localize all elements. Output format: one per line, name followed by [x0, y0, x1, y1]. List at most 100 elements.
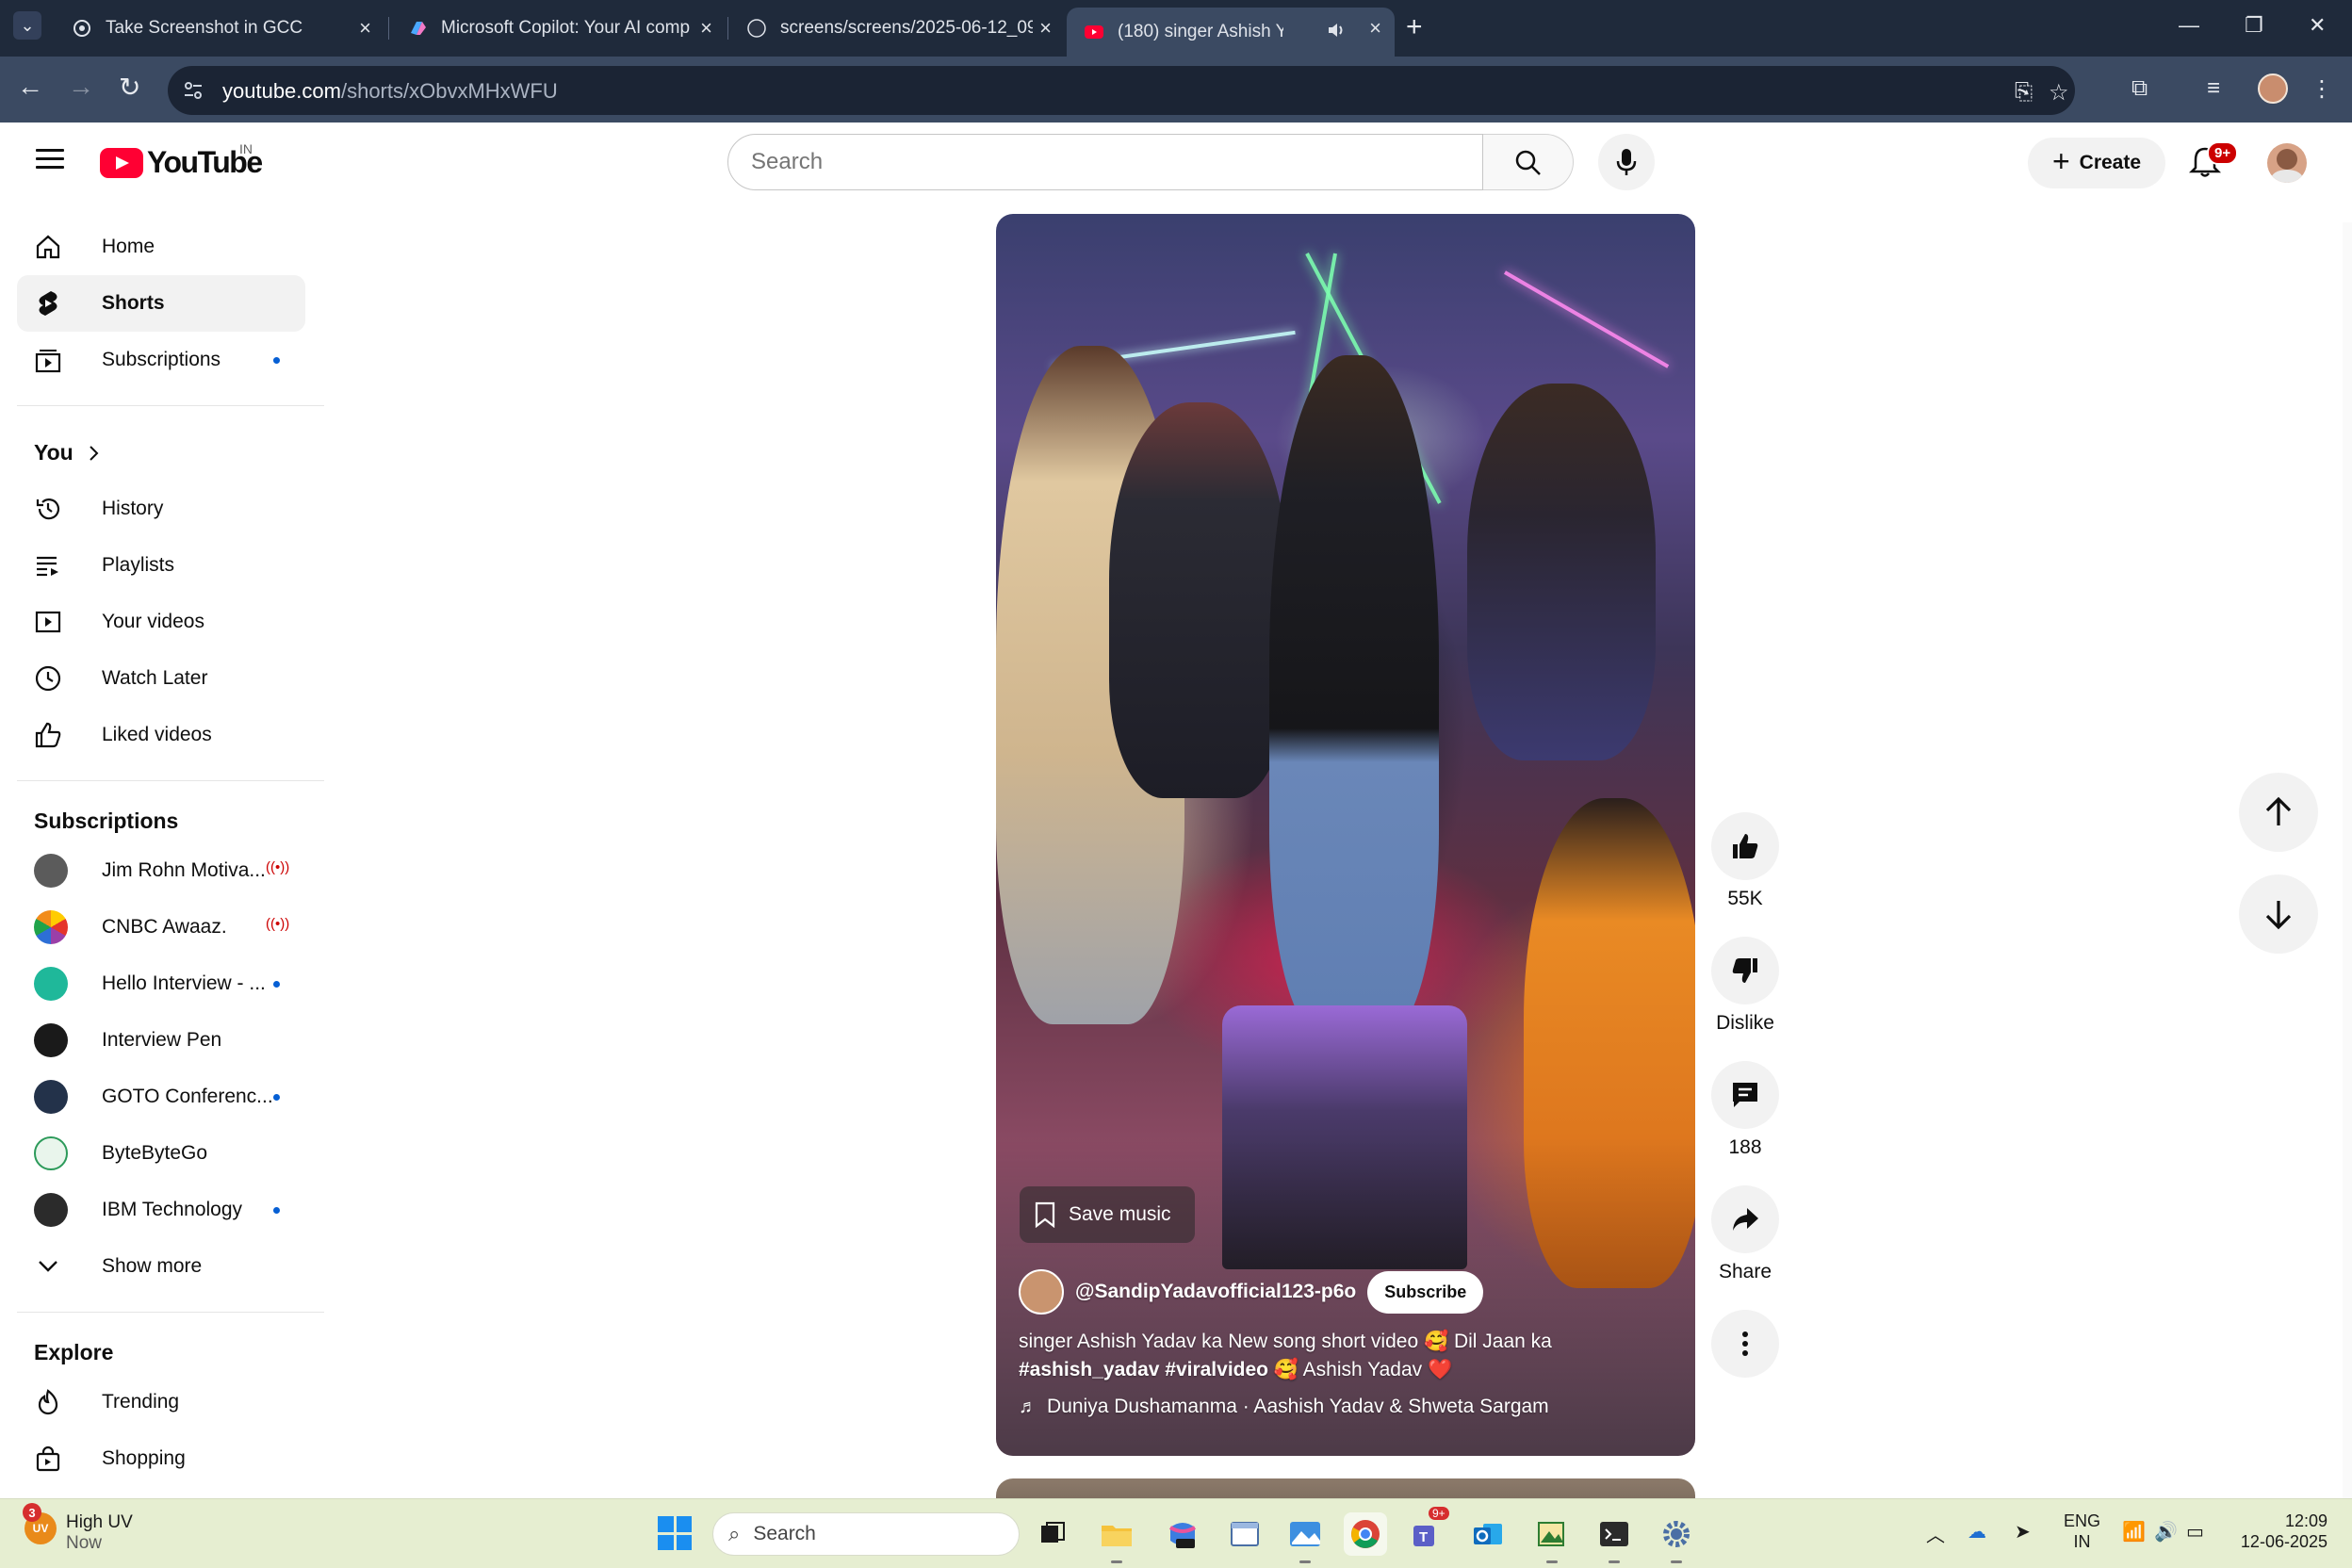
subscription-channel-hello-interview[interactable]: Hello Interview - ...	[17, 956, 305, 1012]
new-tab-button[interactable]: +	[1406, 11, 1423, 43]
sidebar-show-more[interactable]: Show more	[17, 1238, 305, 1295]
teams-notification-badge: 9+	[1429, 1507, 1449, 1520]
browser-tab-3[interactable]: screens/screens/2025-06-12_09 ×	[729, 8, 1065, 49]
share-button[interactable]	[1711, 1185, 1779, 1253]
short-description[interactable]: singer Ashish Yadav ka New song short vi…	[1019, 1328, 1622, 1384]
browser-profile-avatar[interactable]	[2258, 74, 2288, 104]
site-info-icon[interactable]	[181, 78, 205, 103]
previous-short-button[interactable]	[2239, 773, 2318, 852]
close-tab-icon[interactable]: ×	[359, 16, 371, 41]
subscription-channel-cnbc-awaaz[interactable]: CNBC Awaaz. ((•))	[17, 899, 305, 956]
windows-start-icon[interactable]	[658, 1516, 692, 1550]
subscription-channel-bytebytego[interactable]: ByteByteGo	[17, 1125, 305, 1182]
file-explorer-icon[interactable]	[1095, 1512, 1138, 1563]
save-music-label: Save music	[1069, 1203, 1171, 1225]
outlook-icon[interactable]	[1466, 1512, 1510, 1556]
sidebar-item-trending[interactable]: Trending	[17, 1374, 305, 1430]
back-arrow-icon[interactable]: ←	[17, 72, 43, 102]
browser-tab-2[interactable]: Microsoft Copilot: Your AI comp ×	[390, 8, 726, 49]
voice-search-button[interactable]	[1598, 134, 1655, 190]
chevron-down-icon	[39, 1261, 57, 1272]
channel-avatar	[34, 1136, 68, 1170]
taskbar-search[interactable]: ⌕ Search	[712, 1512, 1020, 1556]
sidebar-item-shopping[interactable]: Shopping	[17, 1430, 305, 1487]
onedrive-cloud-icon[interactable]: ☁	[1968, 1520, 1986, 1544]
sidebar-item-watch-later[interactable]: Watch Later	[17, 650, 305, 707]
browser-menu-icon[interactable]: ⋮	[2311, 75, 2333, 103]
like-button[interactable]	[1711, 812, 1779, 880]
thumbs-down-icon	[1732, 958, 1757, 983]
search-button[interactable]	[1483, 134, 1574, 190]
sidebar-item-history[interactable]: History	[17, 481, 305, 537]
thumbs-up-icon	[1733, 834, 1758, 858]
save-music-button[interactable]: Save music	[1020, 1186, 1195, 1243]
sidebar-you-heading[interactable]: You	[17, 424, 305, 481]
subscribe-button[interactable]: Subscribe	[1367, 1270, 1484, 1314]
address-bar[interactable]: youtube.com/shorts/xObvxMHxWFU ⎘ ☆	[168, 66, 2075, 115]
task-view-icon[interactable]	[1031, 1512, 1074, 1556]
browser-tab-4-active[interactable]: (180) singer Ashish Yadav ka ×	[1067, 8, 1395, 57]
forward-arrow-icon[interactable]: →	[68, 72, 94, 102]
volume-icon[interactable]: 🔊	[2154, 1520, 2178, 1544]
tab-search-dropdown[interactable]: ⌄	[13, 11, 41, 40]
audio-playing-icon[interactable]	[1327, 21, 1348, 40]
minimize-button[interactable]: —	[2179, 13, 2199, 38]
music-attribution[interactable]: ♬ Duniya Dushamanma · Aashish Yadav & Sh…	[1019, 1396, 1549, 1418]
app-window-icon[interactable]	[1223, 1512, 1266, 1556]
close-tab-icon[interactable]: ×	[1039, 16, 1052, 41]
install-app-icon[interactable]: ⎘	[2015, 79, 2033, 106]
sidebar-item-liked-videos[interactable]: Liked videos	[17, 707, 305, 763]
comments-button[interactable]	[1711, 1061, 1779, 1129]
settings-gear-icon[interactable]	[1655, 1512, 1698, 1563]
clock-date: 12-06-2025	[2240, 1532, 2328, 1551]
location-arrow-icon[interactable]: ➤	[2015, 1520, 2031, 1544]
search-field[interactable]	[727, 134, 1483, 190]
microsoft-365-icon[interactable]	[1161, 1512, 1204, 1556]
sidebar-item-home[interactable]: Home	[17, 219, 305, 275]
chrome-browser-icon[interactable]	[1344, 1512, 1387, 1556]
close-window-button[interactable]: ✕	[2309, 13, 2326, 38]
sidebar-item-subscriptions[interactable]: Subscriptions	[17, 332, 305, 388]
subscription-channel-goto[interactable]: GOTO Conferenc...	[17, 1069, 305, 1125]
sidebar-item-playlists[interactable]: Playlists	[17, 537, 305, 594]
terminal-icon[interactable]	[1592, 1512, 1636, 1563]
channel-name-link[interactable]: @SandipYadavofficial123-p6o	[1075, 1281, 1356, 1303]
shorts-video-player[interactable]: Save music @SandipYadavofficial123-p6o S…	[996, 214, 1695, 1456]
browser-tab-1[interactable]: Take Screenshot in GCC ×	[55, 8, 384, 49]
search-input[interactable]	[728, 135, 1482, 189]
image-editor-icon[interactable]	[1530, 1512, 1574, 1563]
extensions-icon[interactable]: ⧉	[2132, 75, 2148, 102]
description-hashtags[interactable]: #ashish_yadav #viralvideo	[1019, 1359, 1268, 1380]
page-scrollbar[interactable]	[2343, 222, 2352, 1498]
reading-list-icon[interactable]: ≡	[2207, 75, 2220, 102]
subscription-channel-jim-rohn[interactable]: Jim Rohn Motiva... ((•))	[17, 842, 305, 899]
create-button[interactable]: + Create	[2028, 138, 2165, 188]
bookmark-star-icon[interactable]: ☆	[2049, 79, 2069, 106]
show-hidden-icons-chevron-icon[interactable]: ︿	[1926, 1520, 1945, 1547]
teams-icon[interactable]: T 9+	[1404, 1507, 1449, 1556]
restore-button[interactable]: ❐	[2245, 13, 2263, 38]
sidebar-item-label: Liked videos	[102, 724, 212, 745]
youtube-logo[interactable]: YouTube	[100, 145, 263, 180]
home-icon	[36, 235, 60, 259]
input-language-indicator[interactable]: ENG IN	[2064, 1511, 2100, 1552]
sidebar-item-your-videos[interactable]: Your videos	[17, 594, 305, 650]
photos-app-icon[interactable]	[1283, 1512, 1327, 1563]
close-tab-icon[interactable]: ×	[700, 16, 712, 41]
battery-icon[interactable]: ▭	[2186, 1520, 2204, 1544]
reload-icon[interactable]: ↻	[119, 72, 140, 103]
weather-widget[interactable]: UV 3 High UV Now	[23, 1503, 133, 1554]
subscription-channel-ibm-technology[interactable]: IBM Technology	[17, 1182, 305, 1238]
sidebar-item-shorts[interactable]: Shorts	[17, 275, 305, 332]
account-avatar[interactable]	[2267, 143, 2307, 183]
dislike-button[interactable]	[1711, 937, 1779, 1004]
subscription-channel-interview-pen[interactable]: Interview Pen	[17, 1012, 305, 1069]
wifi-icon[interactable]: 📶	[2122, 1520, 2146, 1544]
channel-avatar[interactable]	[1019, 1269, 1064, 1315]
next-short-button[interactable]	[2239, 874, 2318, 954]
close-tab-icon[interactable]: ×	[1369, 16, 1381, 41]
copilot-favicon-icon	[411, 22, 426, 35]
system-clock[interactable]: 12:09 12-06-2025	[2226, 1511, 2328, 1552]
guide-menu-icon[interactable]	[36, 149, 64, 170]
more-actions-button[interactable]	[1711, 1310, 1779, 1378]
